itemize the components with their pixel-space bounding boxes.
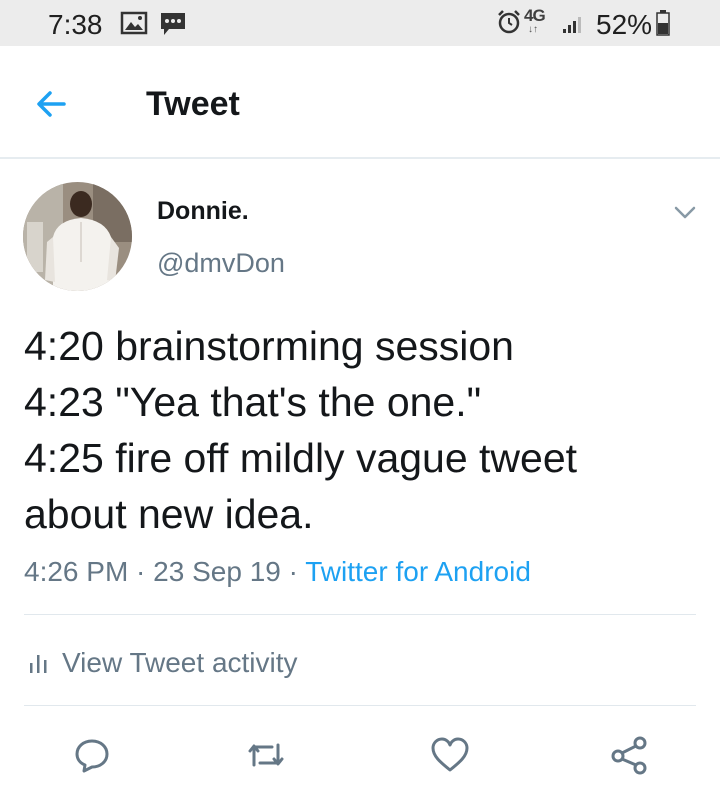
signal-strength-icon (563, 17, 581, 33)
tweet-source-link[interactable]: Twitter for Android (305, 556, 531, 587)
tweet-text-line: 4:25 fire off mildly vague tweet (24, 435, 578, 481)
chevron-down-icon[interactable] (670, 200, 700, 224)
avatar[interactable] (23, 182, 132, 291)
tweet-time: 4:26 PM (24, 556, 129, 587)
page-title: Tweet (146, 85, 240, 123)
divider (24, 614, 696, 615)
network-indicator: 4G ↓↑ (524, 6, 560, 36)
status-time: 7:38 (48, 9, 103, 40)
app-header: Tweet (0, 46, 720, 159)
meta-separator: · (128, 556, 154, 587)
tweet-date: 23 Sep 19 (153, 556, 281, 587)
divider (24, 705, 696, 706)
battery-icon (656, 10, 670, 36)
message-notification-icon (161, 13, 185, 35)
share-icon[interactable] (609, 735, 649, 775)
tweet-text-line: 4:23 "Yea that's the one." (24, 379, 482, 425)
like-icon[interactable] (430, 735, 470, 775)
gallery-notification-icon (120, 11, 148, 35)
status-bar: 7:38 4G ↓↑ 52% (0, 0, 720, 46)
alarm-icon (498, 10, 520, 34)
battery-percent: 52% (596, 9, 653, 40)
activity-label: View Tweet activity (62, 647, 298, 678)
tweet-text-line: 4:20 brainstorming session (24, 323, 514, 369)
reply-icon[interactable] (72, 735, 112, 775)
network-type: 4G (524, 6, 546, 25)
tweet-text: 4:20 brainstorming session 4:23 "Yea tha… (24, 318, 704, 542)
view-tweet-activity-button[interactable]: View Tweet activity (28, 643, 298, 683)
author-display-name[interactable]: Donnie. (157, 197, 249, 226)
data-arrows-icon: ↓↑ (528, 24, 538, 35)
author-handle[interactable]: @dmvDon (157, 248, 285, 279)
tweet-meta: 4:26 PM · 23 Sep 19 · Twitter for Androi… (24, 556, 531, 588)
tweet-text-line: about new idea. (24, 491, 314, 537)
meta-separator: · (280, 556, 306, 587)
retweet-icon[interactable] (246, 735, 286, 775)
back-arrow-icon[interactable] (28, 82, 84, 126)
analytics-icon (30, 655, 47, 673)
